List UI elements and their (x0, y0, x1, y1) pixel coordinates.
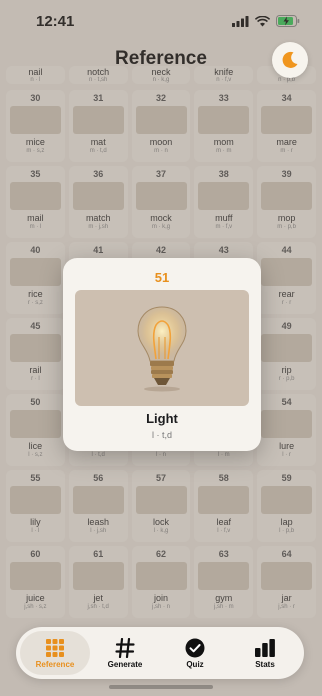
modal-number: 51 (154, 270, 170, 285)
tab-quiz[interactable]: Quiz (160, 631, 230, 675)
modal-sound: l · t,d (151, 430, 172, 440)
tab-label: Quiz (186, 659, 204, 669)
tab-label: Reference (35, 659, 75, 669)
tab-label: Stats (255, 659, 275, 669)
modal-word: Light (146, 411, 178, 426)
check-circle-icon (185, 638, 205, 657)
tab-label: Generate (107, 659, 143, 669)
bar-chart-icon (255, 638, 275, 657)
grid-icon (46, 638, 64, 657)
moon-icon (282, 51, 298, 68)
home-indicator (109, 685, 213, 689)
detail-modal[interactable]: 51 Light l · t,d (63, 258, 261, 451)
hash-icon (115, 637, 135, 658)
modal-image (75, 290, 249, 406)
tab-reference[interactable]: Reference (20, 631, 90, 675)
tab-stats[interactable]: Stats (230, 631, 300, 675)
theme-toggle-button[interactable] (272, 42, 308, 78)
light-bulb-icon (137, 306, 187, 392)
tab-bar: Reference Generate Quiz Stats (16, 627, 304, 679)
tab-generate[interactable]: Generate (90, 631, 160, 675)
